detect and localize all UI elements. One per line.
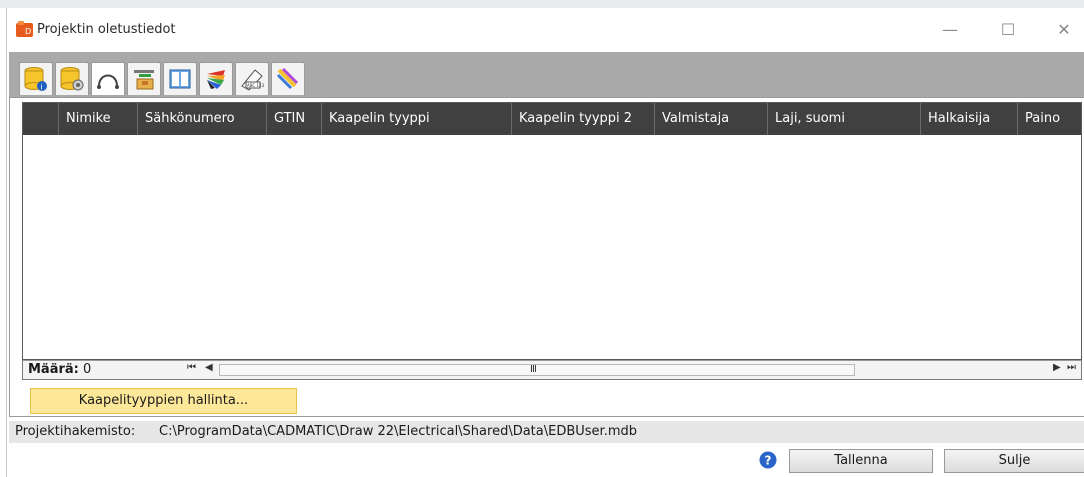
close-window-button[interactable]: ✕ — [1041, 16, 1084, 44]
database-info-icon: i — [24, 67, 47, 92]
scroll-left-button[interactable]: ◀ — [205, 362, 213, 373]
grid-header: Nimike Sähkönumero GTIN Kaapelin tyyppi … — [23, 103, 1081, 135]
tab-components[interactable] — [127, 62, 161, 95]
cable-grid: Nimike Sähkönumero GTIN Kaapelin tyyppi … — [22, 102, 1082, 360]
count-value: 0 — [83, 362, 92, 377]
color-fan-icon — [207, 70, 225, 89]
svg-text:ABC 123: ABC 123 — [247, 83, 265, 88]
horizontal-scrollbar[interactable]: Ⅲ — [219, 364, 855, 376]
svg-text:i: i — [41, 83, 43, 92]
svg-text:D: D — [25, 27, 31, 36]
col-kaapelin-tyyppi-2[interactable]: Kaapelin tyyppi 2 — [512, 103, 655, 135]
background-strip — [0, 0, 1084, 8]
tab-cables[interactable] — [91, 62, 125, 95]
tab-bar: i ABC 123 — [9, 52, 1084, 97]
color-pens-icon — [276, 67, 299, 90]
grid-body[interactable] — [23, 135, 1081, 359]
count-label: Määrä: — [28, 362, 79, 377]
window-title: Projektin oletustiedot — [37, 22, 176, 37]
maximize-button[interactable]: ☐ — [985, 16, 1031, 44]
row-count: Määrä: 0 — [28, 362, 91, 377]
col-selector[interactable] — [23, 103, 59, 135]
col-kaapelin-tyyppi[interactable]: Kaapelin tyyppi — [322, 103, 512, 135]
scroll-right-button[interactable]: ▶ — [1053, 362, 1061, 373]
save-button[interactable]: Tallenna — [789, 449, 933, 473]
cable-panel: Nimike Sähkönumero GTIN Kaapelin tyyppi … — [9, 97, 1084, 417]
col-halkaisija[interactable]: Halkaisija — [921, 103, 1018, 135]
project-path-bar: Projektihakemisto: C:\ProgramData\CADMAT… — [9, 421, 1084, 443]
col-valmistaja[interactable]: Valmistaja — [655, 103, 768, 135]
titlebar: D Projektin oletustiedot — ☐ ✕ — [7, 8, 1084, 50]
col-nimike[interactable]: Nimike — [59, 103, 138, 135]
tab-labels[interactable]: ABC 123 — [235, 62, 269, 95]
path-value: C:\ProgramData\CADMATIC\Draw 22\Electric… — [159, 424, 638, 439]
col-sahkonumero[interactable]: Sähkönumero — [138, 103, 267, 135]
scroll-first-button[interactable]: ⏮ — [187, 362, 196, 373]
tab-pens[interactable] — [271, 62, 305, 95]
minimize-button[interactable]: — — [927, 16, 973, 44]
tab-database-info[interactable]: i — [19, 62, 53, 95]
tab-database-settings[interactable] — [55, 62, 89, 95]
database-settings-icon — [60, 67, 84, 91]
component-box-icon — [134, 70, 154, 90]
cable-icon — [97, 74, 119, 89]
grid-status-row: Määrä: 0 ⏮ ◀ Ⅲ ▶ ⏭ — [22, 360, 1082, 380]
col-gtin[interactable]: GTIN — [267, 103, 322, 135]
path-label: Projektihakemisto: — [15, 424, 136, 439]
close-button[interactable]: Sulje — [944, 449, 1084, 473]
scroll-last-button[interactable]: ⏭ — [1067, 362, 1076, 373]
col-laji-suomi[interactable]: Laji, suomi — [768, 103, 921, 135]
app-icon: D — [16, 21, 33, 37]
tab-book[interactable] — [163, 62, 197, 95]
dialog-window: D Projektin oletustiedot — ☐ ✕ i ABC 123… — [6, 8, 1084, 477]
book-icon — [169, 69, 191, 89]
tab-colors[interactable] — [199, 62, 233, 95]
svg-text:?: ? — [765, 454, 772, 468]
scroll-thumb[interactable]: Ⅲ — [530, 364, 537, 375]
col-paino[interactable]: Paino — [1018, 103, 1081, 135]
label-tag-icon: ABC 123 — [241, 69, 265, 91]
manage-cable-types-button[interactable]: Kaapelityyppien hallinta... — [30, 388, 297, 414]
help-icon[interactable]: ? — [759, 451, 777, 469]
